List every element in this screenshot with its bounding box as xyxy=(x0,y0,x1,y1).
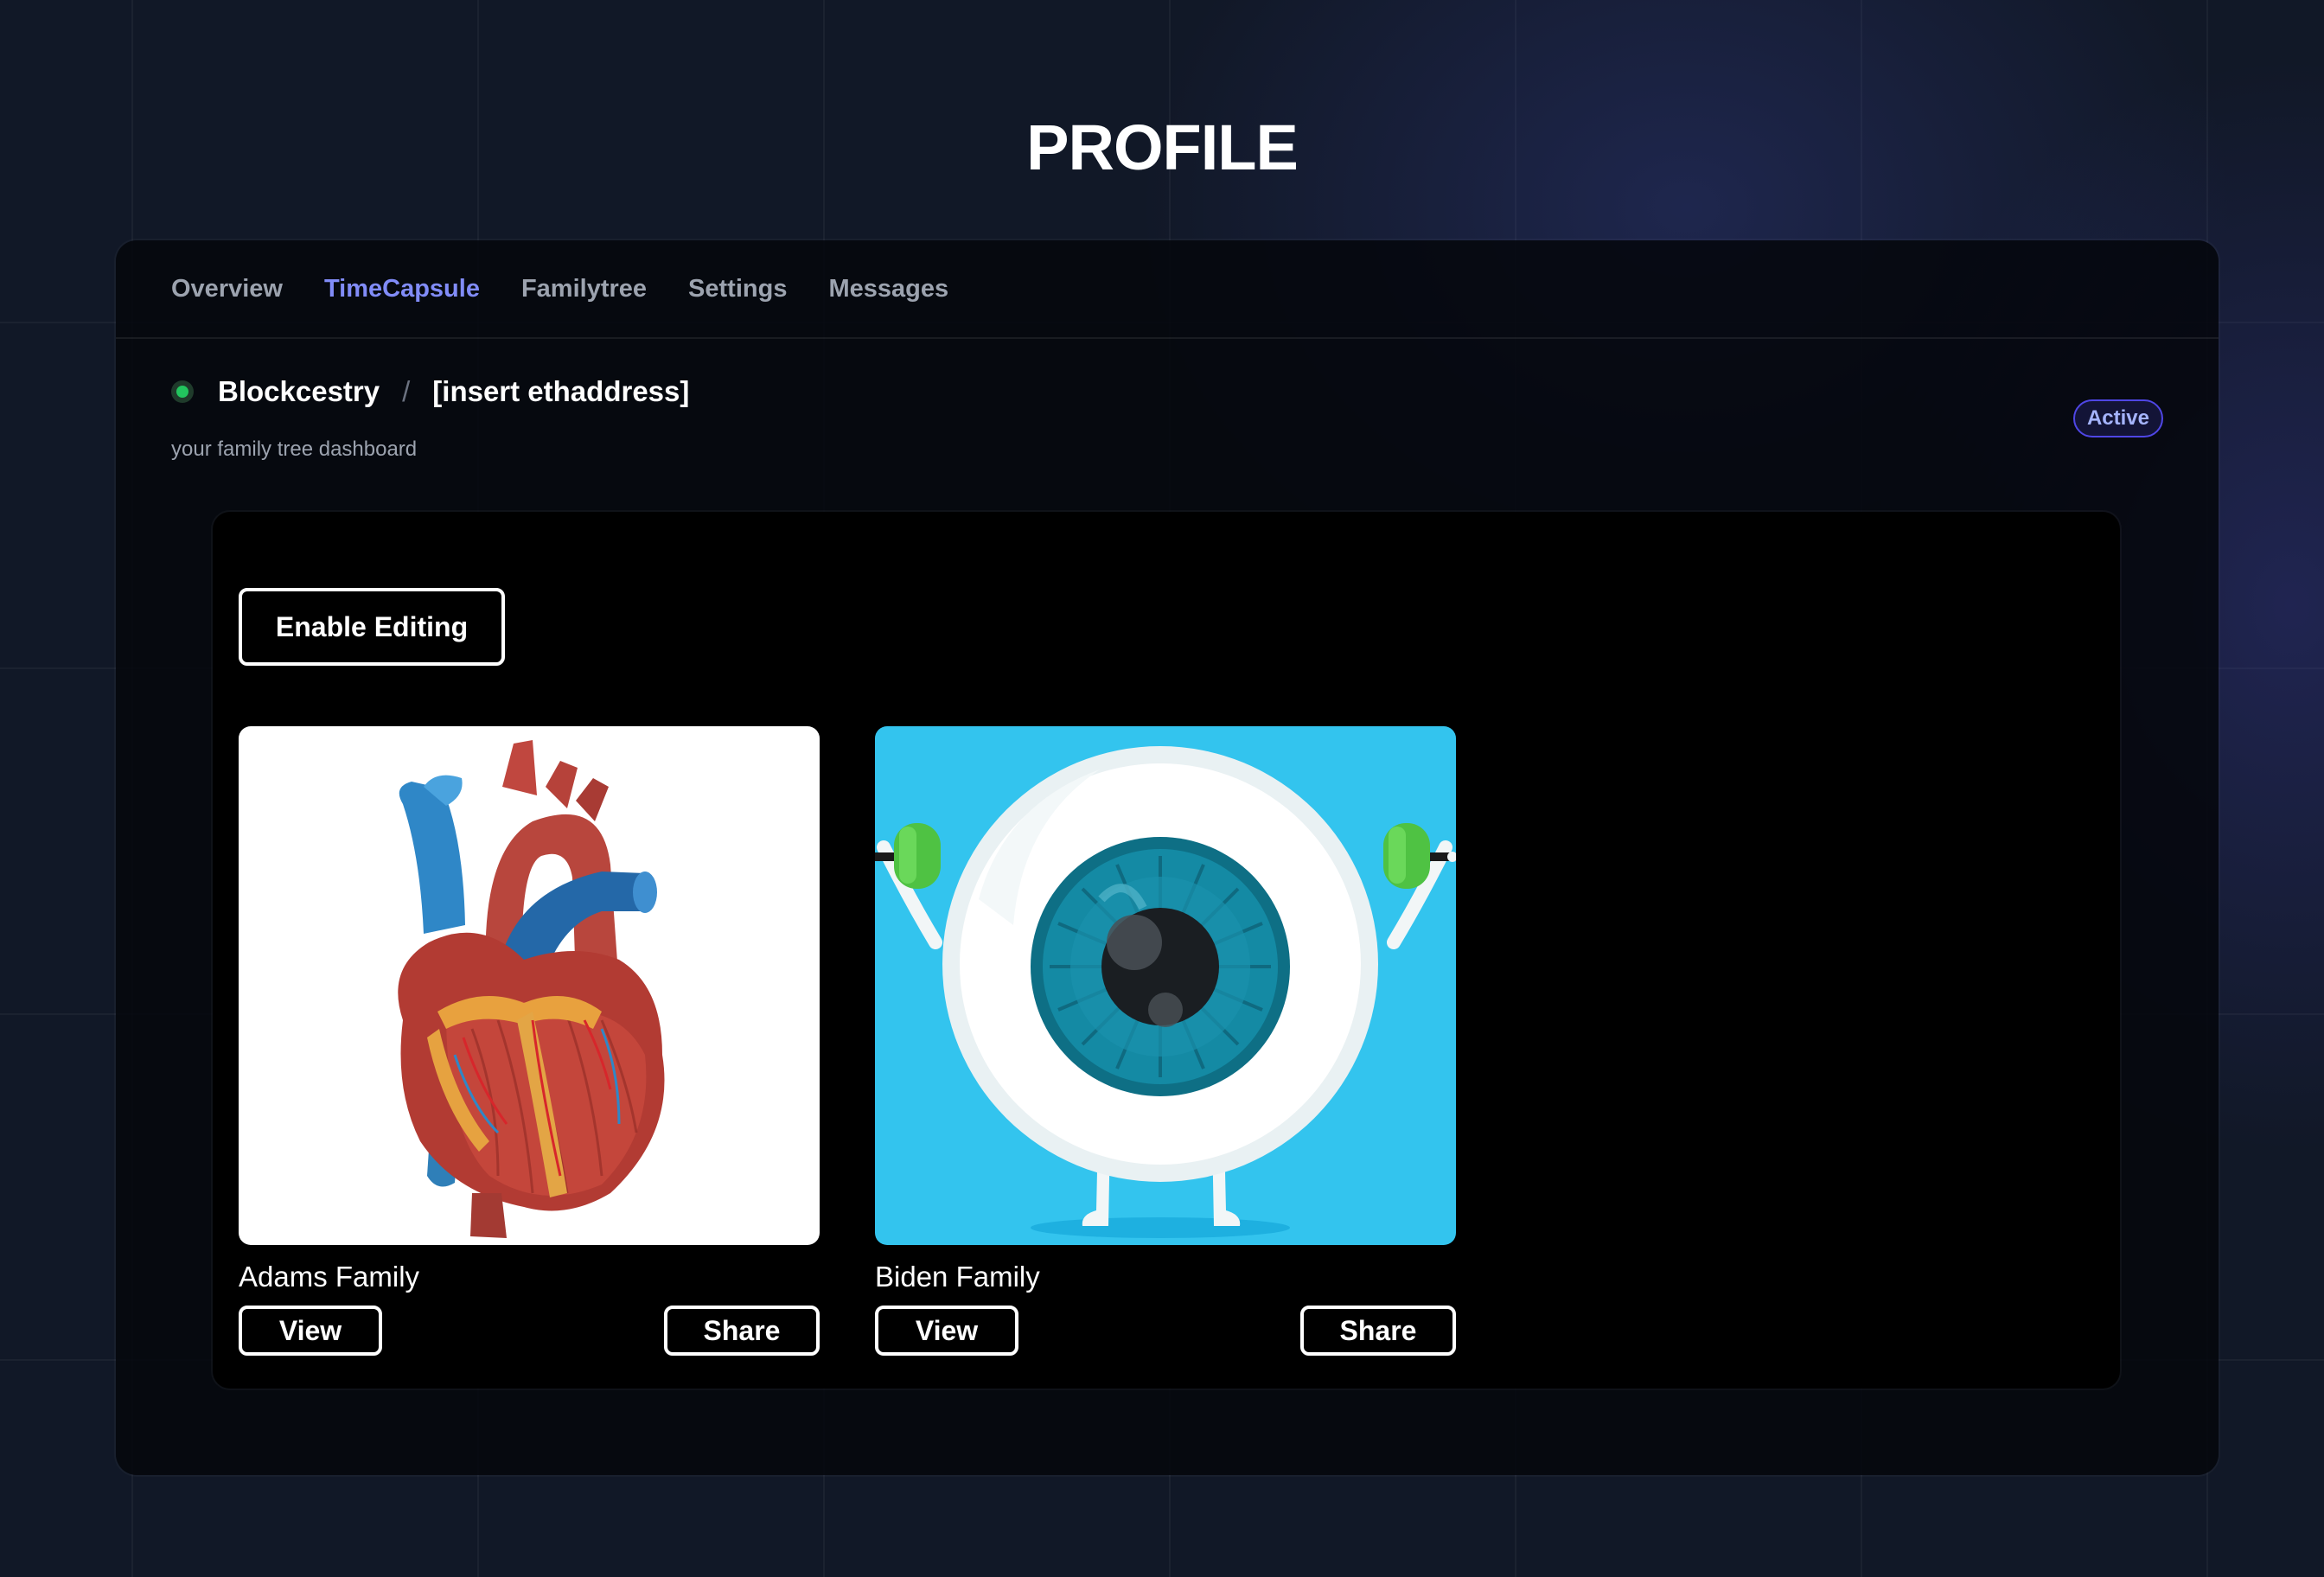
tab-messages[interactable]: Messages xyxy=(828,275,948,303)
tab-familytree[interactable]: Familytree xyxy=(521,275,647,303)
dashboard-subtitle: your family tree dashboard xyxy=(171,437,418,461)
share-button[interactable]: Share xyxy=(664,1306,820,1356)
breadcrumb: Blockcestry / [insert ethaddress] xyxy=(171,375,689,408)
tab-timecapsule[interactable]: TimeCapsule xyxy=(324,275,480,303)
tab-overview[interactable]: Overview xyxy=(171,275,283,303)
profile-panel: Overview TimeCapsule Familytree Settings… xyxy=(116,240,2219,1475)
tab-settings[interactable]: Settings xyxy=(688,275,787,303)
share-button[interactable]: Share xyxy=(1300,1306,1456,1356)
status-dot-icon xyxy=(171,380,194,403)
enable-editing-button[interactable]: Enable Editing xyxy=(239,588,505,666)
breadcrumb-separator: / xyxy=(402,375,411,407)
eth-address: [insert ethaddress] xyxy=(432,375,690,407)
eyeball-illustration[interactable] xyxy=(875,726,1456,1245)
card-actions: View Share xyxy=(875,1306,1456,1357)
card-actions: View Share xyxy=(239,1306,820,1357)
page-title: PROFILE xyxy=(1026,112,1299,183)
tab-bar: Overview TimeCapsule Familytree Settings… xyxy=(116,240,2219,339)
family-card: Adams Family View Share xyxy=(239,726,820,1357)
status-badge: Active xyxy=(2072,399,2163,437)
card-title: Biden Family xyxy=(875,1261,1040,1293)
app-name: Blockcestry xyxy=(218,375,380,407)
family-card: Biden Family View Share xyxy=(875,726,1456,1357)
heart-illustration[interactable] xyxy=(239,726,820,1245)
view-button[interactable]: View xyxy=(239,1306,382,1356)
card-title: Adams Family xyxy=(239,1261,420,1293)
dashboard-header: Blockcestry / [insert ethaddress] your f… xyxy=(116,339,2219,508)
timecapsule-content: Enable Editing Adams Family View Share B… xyxy=(213,512,2120,1389)
view-button[interactable]: View xyxy=(875,1306,1018,1356)
